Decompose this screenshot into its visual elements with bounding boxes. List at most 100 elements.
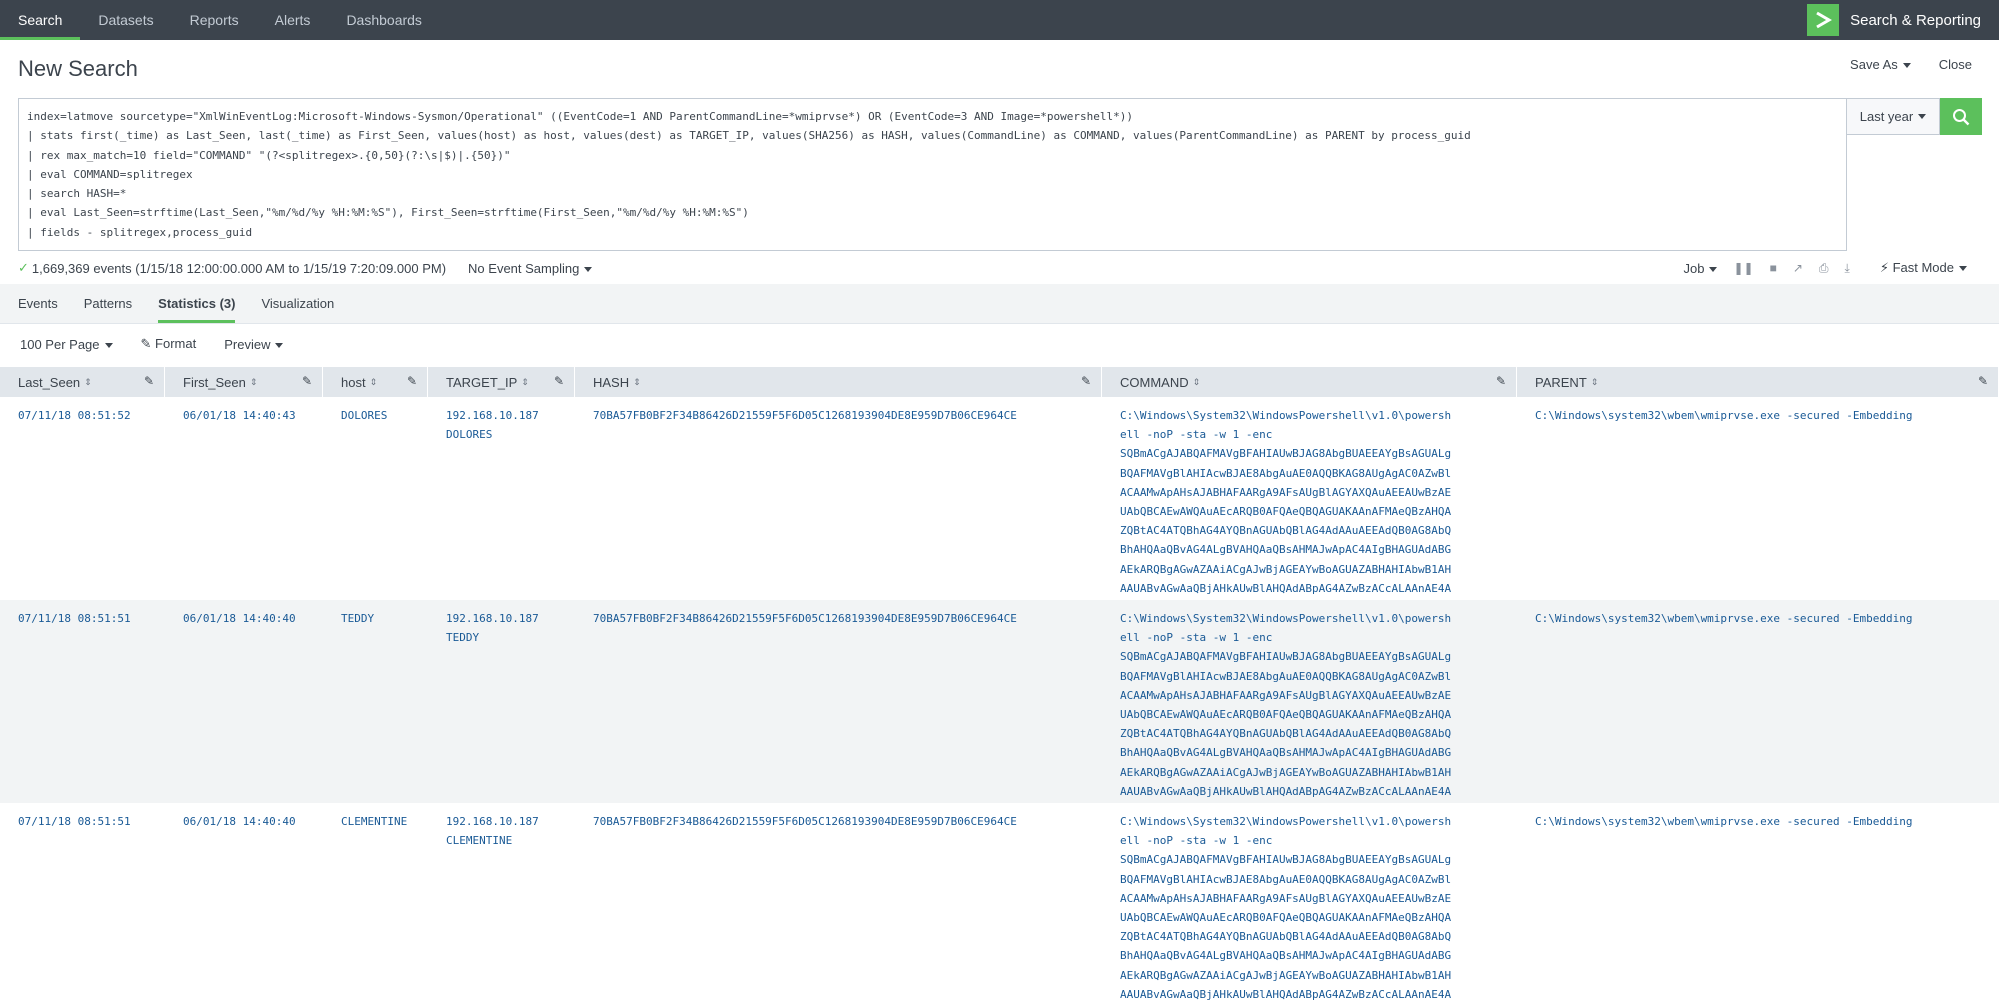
close-button[interactable]: Close (1939, 57, 1972, 72)
pencil-icon[interactable]: ✎ (302, 374, 312, 388)
cell-value[interactable]: C:\Windows\system32\wbem\wmiprvse.exe -s… (1535, 812, 1999, 831)
cell-value[interactable]: C:\Windows\System32\WindowsPowershell\v1… (1120, 812, 1517, 831)
cell-value[interactable]: 07/11/18 08:51:51 (18, 609, 165, 628)
cell-parent[interactable]: C:\Windows\system32\wbem\wmiprvse.exe -s… (1517, 600, 1999, 803)
cell-value[interactable]: ZQBtAC4ATQBhAG4AYQBnAGUAbQBlAG4AdAAuAEEA… (1120, 927, 1517, 946)
pencil-icon[interactable]: ✎ (1978, 374, 1988, 388)
cell-value[interactable]: 06/01/18 14:40:40 (183, 609, 323, 628)
cell-value[interactable]: UAbQBCAEwAWQAuAEcARQB0AFQAeQBQAGUAKAAnAF… (1120, 705, 1517, 724)
cell-value[interactable]: 70BA57FB0BF2F34B86426D21559F5F6D05C12681… (593, 812, 1102, 831)
cell-value[interactable]: DOLORES (446, 425, 575, 444)
cell-first-seen[interactable]: 06/01/18 14:40:40 (165, 600, 323, 803)
cell-value[interactable]: UAbQBCAEwAWQAuAEcARQB0AFQAeQBQAGUAKAAnAF… (1120, 502, 1517, 521)
cell-value[interactable]: ell -noP -sta -w 1 -enc (1120, 628, 1517, 647)
cell-value[interactable]: 70BA57FB0BF2F34B86426D21559F5F6D05C12681… (593, 609, 1102, 628)
cell-value[interactable]: ACAAMwApAHsAJABHAFAARgA9AFsAUgBlAGYAXQAu… (1120, 686, 1517, 705)
cell-host[interactable]: TEDDY (323, 600, 428, 803)
column-header-command[interactable]: COMMAND ⇕ ✎ (1102, 367, 1517, 397)
cell-command[interactable]: C:\Windows\System32\WindowsPowershell\v1… (1102, 397, 1517, 600)
column-header-last-seen[interactable]: Last_Seen ⇕ ✎ (0, 367, 165, 397)
tab-events[interactable]: Events (18, 284, 58, 323)
cell-value[interactable]: AAUABvAGwAaQBjAHkAUwBlAHQAdABpAG4AZwBzAC… (1120, 985, 1517, 1004)
tab-patterns[interactable]: Patterns (84, 284, 132, 323)
share-icon[interactable]: ↗ (1793, 261, 1803, 275)
cell-value[interactable]: CLEMENTINE (446, 831, 575, 850)
column-header-host[interactable]: host ⇕ ✎ (323, 367, 428, 397)
search-query-input[interactable]: index=latmove sourcetype="XmlWinEventLog… (18, 98, 1847, 251)
time-range-picker[interactable]: Last year (1847, 98, 1940, 135)
cell-value[interactable]: ell -noP -sta -w 1 -enc (1120, 831, 1517, 850)
pencil-icon[interactable]: ✎ (1496, 374, 1506, 388)
tab-visualization[interactable]: Visualization (261, 284, 334, 323)
format-button[interactable]: ✎ Format (141, 336, 197, 352)
cell-last-seen[interactable]: 07/11/18 08:51:51 (0, 803, 165, 1006)
cell-value[interactable]: ZQBtAC4ATQBhAG4AYQBnAGUAbQBlAG4AdAAuAEEA… (1120, 724, 1517, 743)
cell-value[interactable]: AEkARQBgAGwAZAAiACgAJwBjAGEAYwBoAGUAZABH… (1120, 763, 1517, 782)
tab-statistics[interactable]: Statistics (3) (158, 284, 236, 323)
cell-value[interactable]: SQBmACgAJABQAFMAVgBFAHIAUwBJAG8AbgBUAEEA… (1120, 647, 1517, 666)
print-icon[interactable]: ⎙ (1819, 261, 1829, 276)
cell-value[interactable]: BhAHQAaQBvAG4ALgBVAHQAaQBsAHMAJwApAC4AIg… (1120, 946, 1517, 965)
cell-hash[interactable]: 70BA57FB0BF2F34B86426D21559F5F6D05C12681… (575, 397, 1102, 600)
pencil-icon[interactable]: ✎ (144, 374, 154, 388)
cell-value[interactable]: BhAHQAaQBvAG4ALgBVAHQAaQBsAHMAJwApAC4AIg… (1120, 743, 1517, 762)
cell-command[interactable]: C:\Windows\System32\WindowsPowershell\v1… (1102, 600, 1517, 803)
cell-value[interactable]: UAbQBCAEwAWQAuAEcARQB0AFQAeQBQAGUAKAAnAF… (1120, 908, 1517, 927)
column-header-hash[interactable]: HASH ⇕ ✎ (575, 367, 1102, 397)
nav-item-alerts[interactable]: Alerts (257, 0, 329, 40)
pencil-icon[interactable]: ✎ (407, 374, 417, 388)
nav-item-search[interactable]: Search (0, 0, 81, 40)
search-button[interactable] (1940, 98, 1982, 135)
column-header-parent[interactable]: PARENT ⇕ ✎ (1517, 367, 1999, 397)
cell-host[interactable]: CLEMENTINE (323, 803, 428, 1006)
cell-value[interactable]: AAUABvAGwAaQBjAHkAUwBlAHQAdABpAG4AZwBzAC… (1120, 579, 1517, 598)
cell-parent[interactable]: C:\Windows\system32\wbem\wmiprvse.exe -s… (1517, 397, 1999, 600)
stop-icon[interactable]: ■ (1770, 261, 1777, 275)
column-header-first-seen[interactable]: First_Seen ⇕ ✎ (165, 367, 323, 397)
pause-icon[interactable]: ❚❚ (1733, 261, 1753, 275)
cell-value[interactable]: CLEMENTINE (341, 812, 428, 831)
cell-value[interactable]: BQAFMAVgBlAHIAcwBJAE8AbgAuAE0AQQBKAG8AUg… (1120, 870, 1517, 889)
event-sampling-dropdown[interactable]: No Event Sampling (468, 261, 593, 276)
app-switcher[interactable]: Search & Reporting (1807, 0, 1999, 40)
cell-value[interactable]: C:\Windows\System32\WindowsPowershell\v1… (1120, 406, 1517, 425)
cell-value[interactable]: 07/11/18 08:51:51 (18, 812, 165, 831)
cell-last-seen[interactable]: 07/11/18 08:51:51 (0, 600, 165, 803)
cell-value[interactable]: SQBmACgAJABQAFMAVgBFAHIAUwBJAG8AbgBUAEEA… (1120, 444, 1517, 463)
cell-value[interactable]: ACAAMwApAHsAJABHAFAARgA9AFsAUgBlAGYAXQAu… (1120, 483, 1517, 502)
cell-value[interactable]: AAUABvAGwAaQBjAHkAUwBlAHQAdABpAG4AZwBzAC… (1120, 782, 1517, 801)
cell-host[interactable]: DOLORES (323, 397, 428, 600)
cell-hash[interactable]: 70BA57FB0BF2F34B86426D21559F5F6D05C12681… (575, 803, 1102, 1006)
cell-value[interactable]: 07/11/18 08:51:52 (18, 406, 165, 425)
cell-target-ip[interactable]: 192.168.10.187 TEDDY (428, 600, 575, 803)
cell-value[interactable]: C:\Windows\system32\wbem\wmiprvse.exe -s… (1535, 609, 1999, 628)
export-icon[interactable]: ⤓ (1845, 261, 1850, 276)
job-menu[interactable]: Job (1684, 261, 1718, 276)
nav-item-dashboards[interactable]: Dashboards (328, 0, 440, 40)
cell-value[interactable]: 192.168.10.187 (446, 812, 575, 831)
pencil-icon[interactable]: ✎ (1081, 374, 1091, 388)
pencil-icon[interactable]: ✎ (554, 374, 564, 388)
cell-value[interactable]: SQBmACgAJABQAFMAVgBFAHIAUwBJAG8AbgBUAEEA… (1120, 850, 1517, 869)
search-mode-dropdown[interactable]: ⚡ Fast Mode (1880, 260, 1967, 276)
cell-value[interactable]: 192.168.10.187 (446, 406, 575, 425)
cell-value[interactable]: ZQBtAC4ATQBhAG4AYQBnAGUAbQBlAG4AdAAuAEEA… (1120, 521, 1517, 540)
column-header-target-ip[interactable]: TARGET_IP ⇕ ✎ (428, 367, 575, 397)
cell-value[interactable]: 06/01/18 14:40:40 (183, 812, 323, 831)
cell-value[interactable]: ACAAMwApAHsAJABHAFAARgA9AFsAUgBlAGYAXQAu… (1120, 889, 1517, 908)
save-as-button[interactable]: Save As (1850, 57, 1911, 72)
cell-value[interactable]: BQAFMAVgBlAHIAcwBJAE8AbgAuAE0AQQBKAG8AUg… (1120, 667, 1517, 686)
nav-item-reports[interactable]: Reports (172, 0, 257, 40)
cell-parent[interactable]: C:\Windows\system32\wbem\wmiprvse.exe -s… (1517, 803, 1999, 1006)
per-page-dropdown[interactable]: 100 Per Page (20, 337, 113, 352)
cell-value[interactable]: AEkARQBgAGwAZAAiACgAJwBjAGEAYwBoAGUAZABH… (1120, 966, 1517, 985)
cell-value[interactable]: TEDDY (446, 628, 575, 647)
cell-command[interactable]: C:\Windows\System32\WindowsPowershell\v1… (1102, 803, 1517, 1006)
cell-value[interactable]: 70BA57FB0BF2F34B86426D21559F5F6D05C12681… (593, 406, 1102, 425)
cell-value[interactable]: BhAHQAaQBvAG4ALgBVAHQAaQBsAHMAJwApAC4AIg… (1120, 540, 1517, 559)
cell-hash[interactable]: 70BA57FB0BF2F34B86426D21559F5F6D05C12681… (575, 600, 1102, 803)
cell-value[interactable]: AEkARQBgAGwAZAAiACgAJwBjAGEAYwBoAGUAZABH… (1120, 560, 1517, 579)
cell-value[interactable]: C:\Windows\System32\WindowsPowershell\v1… (1120, 609, 1517, 628)
cell-value[interactable]: C:\Windows\system32\wbem\wmiprvse.exe -s… (1535, 406, 1999, 425)
cell-value[interactable]: TEDDY (341, 609, 428, 628)
